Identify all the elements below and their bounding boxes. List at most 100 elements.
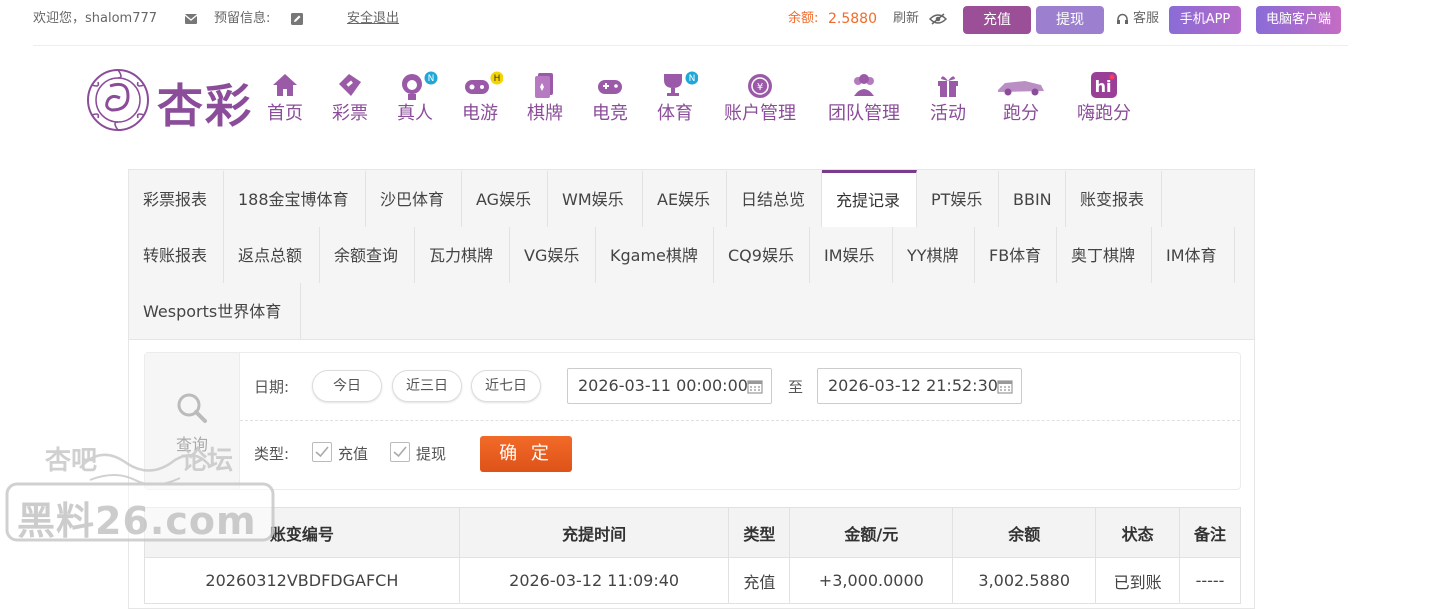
- tab-cq9[interactable]: CQ9娱乐: [714, 227, 810, 283]
- tab-im-sports[interactable]: IM体育: [1152, 227, 1235, 283]
- to-label: 至: [788, 378, 804, 396]
- date-to-value: 2026-03-12 21:52:30: [828, 376, 998, 395]
- trophy-icon: N: [654, 70, 699, 100]
- watermark-line2: 论坛: [181, 446, 234, 476]
- reserved-info-label: 预留信息:: [214, 11, 271, 26]
- tab-pt[interactable]: PT娱乐: [917, 171, 999, 227]
- nav-item-home[interactable]: 首页: [264, 70, 306, 126]
- records-table: 账变编号 充提时间 类型 金额/元 余额 状态 备注 20260312VBDFD…: [144, 507, 1241, 604]
- tab-deposit-withdraw-records[interactable]: 充提记录: [822, 170, 917, 227]
- mobile-app-button[interactable]: 手机APP: [1169, 6, 1241, 34]
- calendar-icon[interactable]: [997, 378, 1013, 394]
- hi-icon: hi: [1075, 70, 1133, 100]
- tab-kgame-cards[interactable]: Kgame棋牌: [596, 227, 714, 283]
- deposit-button[interactable]: 充值: [963, 6, 1031, 34]
- report-panel: 彩票报表 188金宝博体育 沙巴体育 AG娱乐 WM娱乐 AE娱乐 日结总览 充…: [128, 169, 1255, 609]
- date-to-input[interactable]: 2026-03-12 21:52:30: [817, 368, 1022, 404]
- hide-eye-icon[interactable]: [928, 0, 948, 38]
- tab-wm[interactable]: WM娱乐: [548, 171, 643, 227]
- calendar-icon[interactable]: [747, 378, 763, 394]
- nav-label-slots: 电游: [462, 103, 498, 124]
- refresh-link[interactable]: 刷新: [893, 0, 919, 38]
- nav-item-slots[interactable]: H 电游: [459, 70, 504, 126]
- table-header-row: 账变编号 充提时间 类型 金额/元 余额 状态 备注: [144, 507, 1241, 558]
- checkmark-icon: [315, 446, 329, 458]
- live-dealer-icon: N: [394, 70, 438, 100]
- account-coin-icon: ¥: [722, 70, 798, 100]
- tab-fb-sports[interactable]: FB体育: [975, 227, 1057, 283]
- nav-item-cards[interactable]: 棋牌: [524, 70, 566, 126]
- withdraw-checkbox[interactable]: [390, 442, 410, 462]
- col-header-amount: 金额/元: [789, 507, 954, 558]
- tab-188-sports[interactable]: 188金宝博体育: [224, 171, 366, 227]
- tab-bbin[interactable]: BBIN: [999, 171, 1066, 227]
- nav-label-sports: 体育: [657, 103, 693, 124]
- pc-client-button[interactable]: 电脑客户端: [1256, 6, 1341, 34]
- date-row: 日期: 今日 近三日 近七日 2026-03-11 00:00:00 至 202…: [240, 353, 1240, 421]
- watermark-line3: 黑料26.com: [17, 499, 257, 543]
- nav-badge-live: N: [428, 74, 435, 84]
- cards-icon: [524, 70, 566, 100]
- headset-icon[interactable]: [1116, 0, 1129, 38]
- tab-shaba-sports[interactable]: 沙巴体育: [366, 171, 462, 227]
- query-form: 查询 日期: 今日 近三日 近七日 2026-03-11 00:00:00 至 …: [144, 352, 1241, 490]
- withdraw-button[interactable]: 提现: [1036, 6, 1104, 34]
- last-three-days-button[interactable]: 近三日: [392, 370, 462, 402]
- col-header-remark: 备注: [1179, 507, 1241, 558]
- nav-item-paofen[interactable]: 跑分: [994, 70, 1048, 126]
- tab-ag[interactable]: AG娱乐: [462, 171, 548, 227]
- tab-transfer-report[interactable]: 转账报表: [129, 227, 224, 283]
- main-nav: 首页 彩票 N 真人 H 电游 棋牌 电竞 N 体育 ¥ 账户管理 团队管理 活…: [0, 70, 1440, 130]
- last-seven-days-button[interactable]: 近七日: [471, 370, 541, 402]
- svg-text:hi: hi: [1095, 77, 1112, 96]
- gift-icon: [928, 70, 968, 100]
- nav-item-lottery[interactable]: 彩票: [329, 70, 371, 126]
- edit-icon[interactable]: [291, 0, 303, 38]
- tab-odin-cards[interactable]: 奥丁棋牌: [1057, 227, 1152, 283]
- nav-item-live[interactable]: N 真人: [394, 70, 438, 126]
- home-icon: [264, 70, 306, 100]
- nav-badge-sports: N: [689, 74, 696, 84]
- lottery-icon: [329, 70, 371, 100]
- nav-label-esports: 电竞: [592, 103, 628, 124]
- deposit-checkbox[interactable]: [312, 442, 332, 462]
- nav-label-cards: 棋牌: [527, 103, 563, 124]
- report-tabs: 彩票报表 188金宝博体育 沙巴体育 AG娱乐 WM娱乐 AE娱乐 日结总览 充…: [129, 170, 1254, 340]
- tab-rebate-total[interactable]: 返点总额: [224, 227, 320, 283]
- tab-im-entertainment[interactable]: IM娱乐: [810, 227, 893, 283]
- service-link[interactable]: 客服: [1133, 0, 1159, 38]
- search-icon: [177, 393, 207, 423]
- tab-wali-cards[interactable]: 瓦力棋牌: [415, 227, 510, 283]
- deposit-checkbox-label: 充值: [338, 445, 369, 463]
- confirm-button[interactable]: 确 定: [480, 436, 572, 472]
- logout-link[interactable]: 安全退出: [347, 0, 399, 38]
- nav-item-hi-paofen[interactable]: hi 嗨跑分: [1075, 70, 1133, 126]
- date-from-input[interactable]: 2026-03-11 00:00:00: [567, 368, 772, 404]
- balance-label: 余额:: [788, 11, 819, 26]
- nav-label-hi-paofen: 嗨跑分: [1077, 103, 1131, 124]
- nav-label-lottery: 彩票: [332, 103, 368, 124]
- nav-item-esports[interactable]: 电竞: [589, 70, 631, 126]
- tab-daily-summary[interactable]: 日结总览: [727, 171, 822, 227]
- tab-yy-cards[interactable]: YY棋牌: [893, 227, 975, 283]
- today-button[interactable]: 今日: [312, 370, 382, 402]
- tab-wesports[interactable]: Wesports世界体育: [129, 283, 301, 339]
- tab-ae[interactable]: AE娱乐: [643, 171, 727, 227]
- nav-item-account[interactable]: ¥ 账户管理: [722, 70, 798, 126]
- nav-item-team[interactable]: 团队管理: [826, 70, 902, 126]
- tab-lottery-report[interactable]: 彩票报表: [129, 171, 224, 227]
- nav-item-events[interactable]: 活动: [928, 70, 968, 126]
- top-bar: 欢迎您，shalom777 预留信息: 安全退出 余额: 2.5880 刷新 充…: [33, 0, 1348, 46]
- team-icon: [826, 70, 902, 100]
- withdraw-checkbox-label: 提现: [416, 445, 447, 463]
- tab-vg[interactable]: VG娱乐: [510, 227, 596, 283]
- nav-label-team: 团队管理: [828, 103, 900, 124]
- nav-item-sports[interactable]: N 体育: [654, 70, 699, 126]
- col-header-balance: 余额: [952, 507, 1097, 558]
- tab-account-change-report[interactable]: 账变报表: [1066, 171, 1162, 227]
- type-row: 类型: 充值 提现 确 定: [240, 421, 1240, 489]
- nav-badge-slots: H: [494, 74, 501, 84]
- mail-icon[interactable]: [184, 0, 198, 38]
- tab-balance-query[interactable]: 余额查询: [320, 227, 415, 283]
- watermark-line1: 杏吧: [45, 446, 98, 476]
